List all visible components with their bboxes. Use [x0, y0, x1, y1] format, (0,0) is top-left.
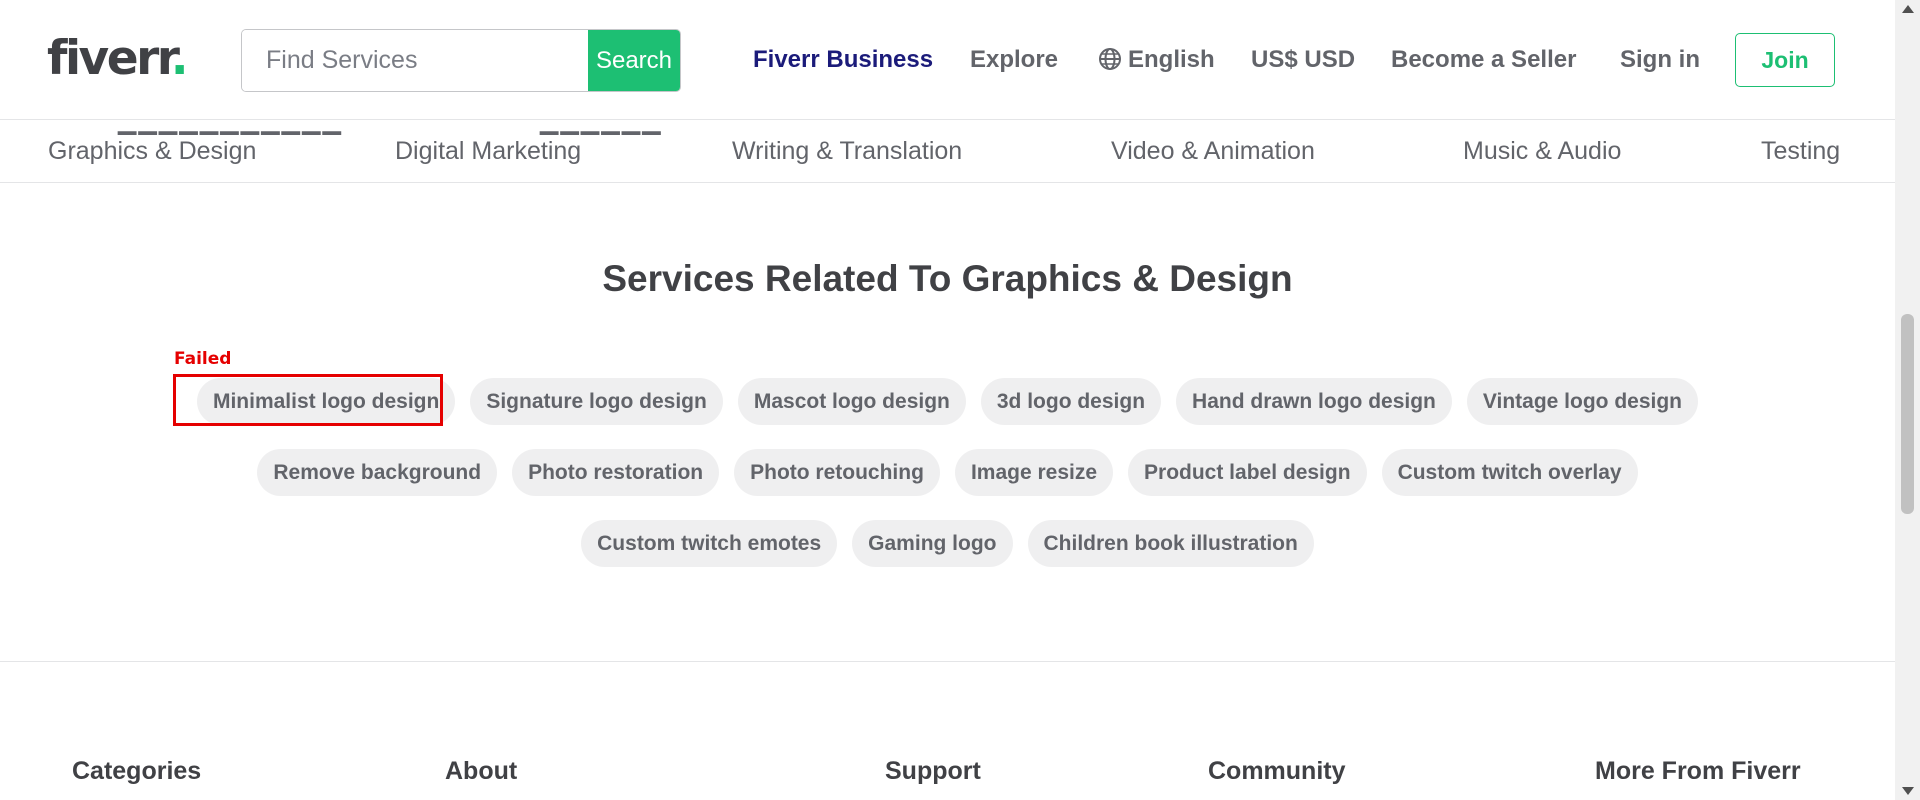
- scroll-down-arrow-icon[interactable]: [1902, 787, 1914, 795]
- related-tag[interactable]: Custom twitch overlay: [1381, 449, 1638, 496]
- related-services-title: Services Related To Graphics & Design: [602, 258, 1293, 299]
- related-tags-row: Custom twitch emotes Gaming logo Childre…: [0, 520, 1895, 567]
- related-tag[interactable]: Hand drawn logo design: [1176, 378, 1452, 425]
- clipped-text-remnant: ▁▁▁▁▁▁▁▁▁▁▁: [118, 121, 344, 135]
- related-tag[interactable]: Custom twitch emotes: [581, 520, 838, 567]
- related-tag[interactable]: Gaming logo: [852, 520, 1013, 567]
- nav-fiverr-business[interactable]: Fiverr Business: [753, 43, 933, 77]
- globe-icon: [1099, 47, 1121, 70]
- related-tag[interactable]: Children book illustration: [1027, 520, 1314, 567]
- logo-text: fiverr: [47, 31, 173, 86]
- category-music-audio[interactable]: Music & Audio: [1463, 137, 1621, 166]
- related-tag[interactable]: Remove background: [257, 449, 498, 496]
- search-button[interactable]: Search: [588, 30, 680, 91]
- related-tag[interactable]: Vintage logo design: [1466, 378, 1699, 425]
- footer-heading-more-from-fiverr: More From Fiverr: [1595, 757, 1801, 785]
- scrollbar-thumb[interactable]: [1901, 314, 1914, 514]
- footer-heading-community: Community: [1208, 757, 1346, 785]
- failed-annotation-box: [173, 374, 443, 426]
- category-graphics-design[interactable]: Graphics & Design: [48, 137, 256, 166]
- category-digital-marketing[interactable]: Digital Marketing: [395, 137, 581, 166]
- nav-explore[interactable]: Explore: [970, 43, 1058, 77]
- page-scrollbar[interactable]: [1895, 0, 1920, 800]
- nav-become-seller[interactable]: Become a Seller: [1391, 43, 1576, 77]
- fiverr-logo[interactable]: fiverr.: [47, 31, 189, 86]
- related-tag[interactable]: Product label design: [1128, 449, 1367, 496]
- footer-heading-about: About: [445, 757, 518, 785]
- search-bar: Search: [241, 29, 681, 92]
- top-header: fiverr. Search Fiverr Business Explore E…: [0, 0, 1895, 120]
- related-tag[interactable]: Photo retouching: [734, 449, 940, 496]
- related-tag[interactable]: 3d logo design: [980, 378, 1162, 425]
- clipped-text-remnant: ▁▁▁▁▁▁: [540, 121, 663, 135]
- nav-language-label: English: [1128, 46, 1215, 73]
- category-menu: ▁▁▁▁▁▁▁▁▁▁▁ ▁▁▁▁▁▁ Graphics & Design Dig…: [0, 121, 1895, 183]
- join-button[interactable]: Join: [1735, 33, 1835, 87]
- related-tags-row: Remove background Photo restoration Phot…: [0, 449, 1895, 496]
- related-tag[interactable]: Mascot logo design: [737, 378, 966, 425]
- search-input[interactable]: [242, 30, 588, 91]
- nav-sign-in[interactable]: Sign in: [1620, 43, 1700, 77]
- nav-currency[interactable]: US$ USD: [1251, 43, 1355, 77]
- footer-heading-support: Support: [885, 757, 981, 785]
- category-testing[interactable]: Testing: [1761, 137, 1840, 166]
- nav-language[interactable]: English: [1098, 43, 1215, 77]
- logo-dot: .: [170, 31, 189, 86]
- failed-annotation-label: Failed: [174, 349, 232, 369]
- related-tag[interactable]: Image resize: [954, 449, 1114, 496]
- related-tag[interactable]: Signature logo design: [470, 378, 723, 425]
- related-tag[interactable]: Photo restoration: [512, 449, 720, 496]
- footer-heading-categories: Categories: [72, 757, 202, 785]
- category-video-animation[interactable]: Video & Animation: [1111, 137, 1315, 166]
- category-writing-translation[interactable]: Writing & Translation: [732, 137, 962, 166]
- scroll-up-arrow-icon[interactable]: [1902, 5, 1914, 13]
- section-divider: [0, 661, 1895, 662]
